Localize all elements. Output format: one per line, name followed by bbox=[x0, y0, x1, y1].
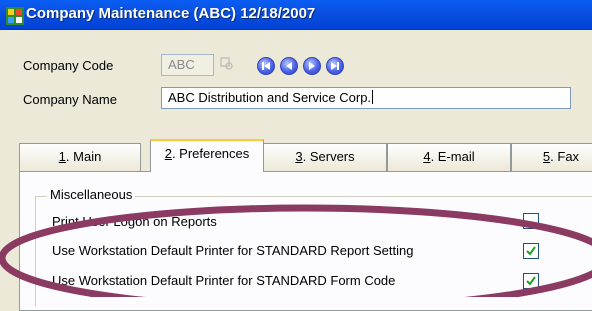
tab-servers-label: . Servers bbox=[302, 149, 355, 164]
default-printer-report-checkbox[interactable] bbox=[523, 243, 539, 259]
title-bar: Company Maintenance (ABC) 12/18/2007 bbox=[0, 0, 592, 30]
app-grid-icon bbox=[6, 7, 24, 25]
previous-record-button[interactable] bbox=[280, 57, 298, 75]
company-name-value: ABC Distribution and Service Corp. bbox=[168, 90, 372, 105]
tab-main-label: . Main bbox=[65, 149, 102, 164]
tab-email[interactable]: 4. E-mail bbox=[387, 143, 511, 171]
lookup-icon[interactable] bbox=[220, 57, 234, 71]
tab-main[interactable]: 1. Main bbox=[19, 143, 141, 171]
first-record-icon bbox=[262, 62, 270, 70]
checkmark-icon bbox=[526, 276, 536, 286]
tab-preferences-hotkey: 2 bbox=[164, 146, 172, 161]
next-record-icon bbox=[309, 62, 315, 70]
next-record-button[interactable] bbox=[303, 57, 321, 75]
tab-email-label: . E-mail bbox=[430, 149, 475, 164]
tab-main-hotkey: 1 bbox=[58, 149, 66, 164]
company-name-field[interactable]: ABC Distribution and Service Corp. bbox=[161, 87, 571, 109]
tab-fax[interactable]: 5. Fax bbox=[511, 143, 592, 171]
tab-email-hotkey: 4 bbox=[423, 149, 431, 164]
tab-strip: 1. Main 2. Preferences 3. Servers 4. E-m… bbox=[19, 139, 592, 172]
company-code-field[interactable]: ABC bbox=[161, 54, 214, 76]
default-printer-form-label: Use Workstation Default Printer for STAN… bbox=[52, 273, 396, 288]
tab-preferences-label: . Preferences bbox=[171, 146, 250, 161]
misc-group-title: Miscellaneous bbox=[47, 187, 136, 202]
window-title: Company Maintenance (ABC) 12/18/2007 bbox=[26, 5, 316, 22]
first-record-button[interactable] bbox=[257, 57, 275, 75]
last-record-button[interactable] bbox=[326, 57, 344, 75]
tab-preferences[interactable]: 2. Preferences bbox=[150, 139, 264, 172]
tab-fax-label: . Fax bbox=[550, 149, 580, 164]
default-printer-form-checkbox[interactable] bbox=[523, 273, 539, 289]
print-user-logon-label: Print User Logon on Reports bbox=[52, 214, 217, 229]
company-name-label: Company Name bbox=[23, 92, 117, 107]
tab-servers[interactable]: 3. Servers bbox=[263, 143, 387, 171]
print-user-logon-checkbox[interactable] bbox=[523, 213, 539, 229]
tab-servers-hotkey: 3 bbox=[295, 149, 303, 164]
previous-record-icon bbox=[286, 62, 292, 70]
last-record-icon bbox=[331, 62, 339, 70]
checkmark-icon bbox=[526, 246, 536, 256]
default-printer-report-label: Use Workstation Default Printer for STAN… bbox=[52, 243, 414, 258]
text-caret bbox=[372, 90, 374, 104]
company-code-label: Company Code bbox=[23, 58, 114, 73]
